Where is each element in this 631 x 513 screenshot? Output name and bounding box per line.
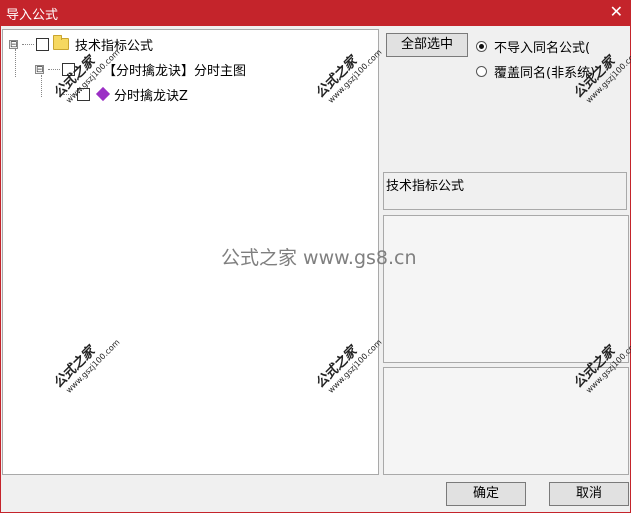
window-title: 导入公式 bbox=[6, 8, 59, 23]
tree-connector bbox=[22, 43, 34, 45]
radio-skip-duplicates[interactable]: 不导入同名公式( bbox=[476, 37, 590, 56]
collapse-icon[interactable]: ⊟ bbox=[35, 64, 44, 74]
radio-skip-indicator[interactable] bbox=[476, 41, 487, 52]
folder-icon bbox=[53, 35, 69, 50]
cancel-button[interactable]: 取消 bbox=[549, 482, 629, 506]
collapse-icon[interactable]: ⊟ bbox=[9, 39, 18, 49]
category-panel: 技术指标公式 bbox=[383, 172, 627, 210]
tree-leaf-label[interactable]: 分时擒龙诀Z bbox=[114, 85, 188, 104]
description-panel bbox=[383, 215, 629, 363]
center-watermark: 公式之家 www.gs8.cn bbox=[221, 247, 417, 269]
tree-connector bbox=[48, 68, 60, 70]
radio-overwrite-indicator[interactable] bbox=[476, 66, 487, 77]
category-label: 技术指标公式 bbox=[386, 179, 465, 194]
formula-icon bbox=[95, 86, 111, 102]
close-icon[interactable]: ✕ bbox=[610, 2, 623, 21]
root-checkbox[interactable] bbox=[36, 37, 49, 51]
ok-button[interactable]: 确定 bbox=[446, 482, 526, 506]
select-all-button[interactable]: 全部选中 bbox=[386, 33, 468, 57]
tree-row-root[interactable]: ⊟ 技术指标公式 bbox=[9, 33, 153, 55]
radio-skip-label: 不导入同名公式( bbox=[494, 41, 591, 56]
title-bar: 导入公式 ✕ bbox=[0, 0, 631, 26]
tree-group-label[interactable]: 【分时擒龙诀】分时主图 bbox=[103, 60, 246, 79]
